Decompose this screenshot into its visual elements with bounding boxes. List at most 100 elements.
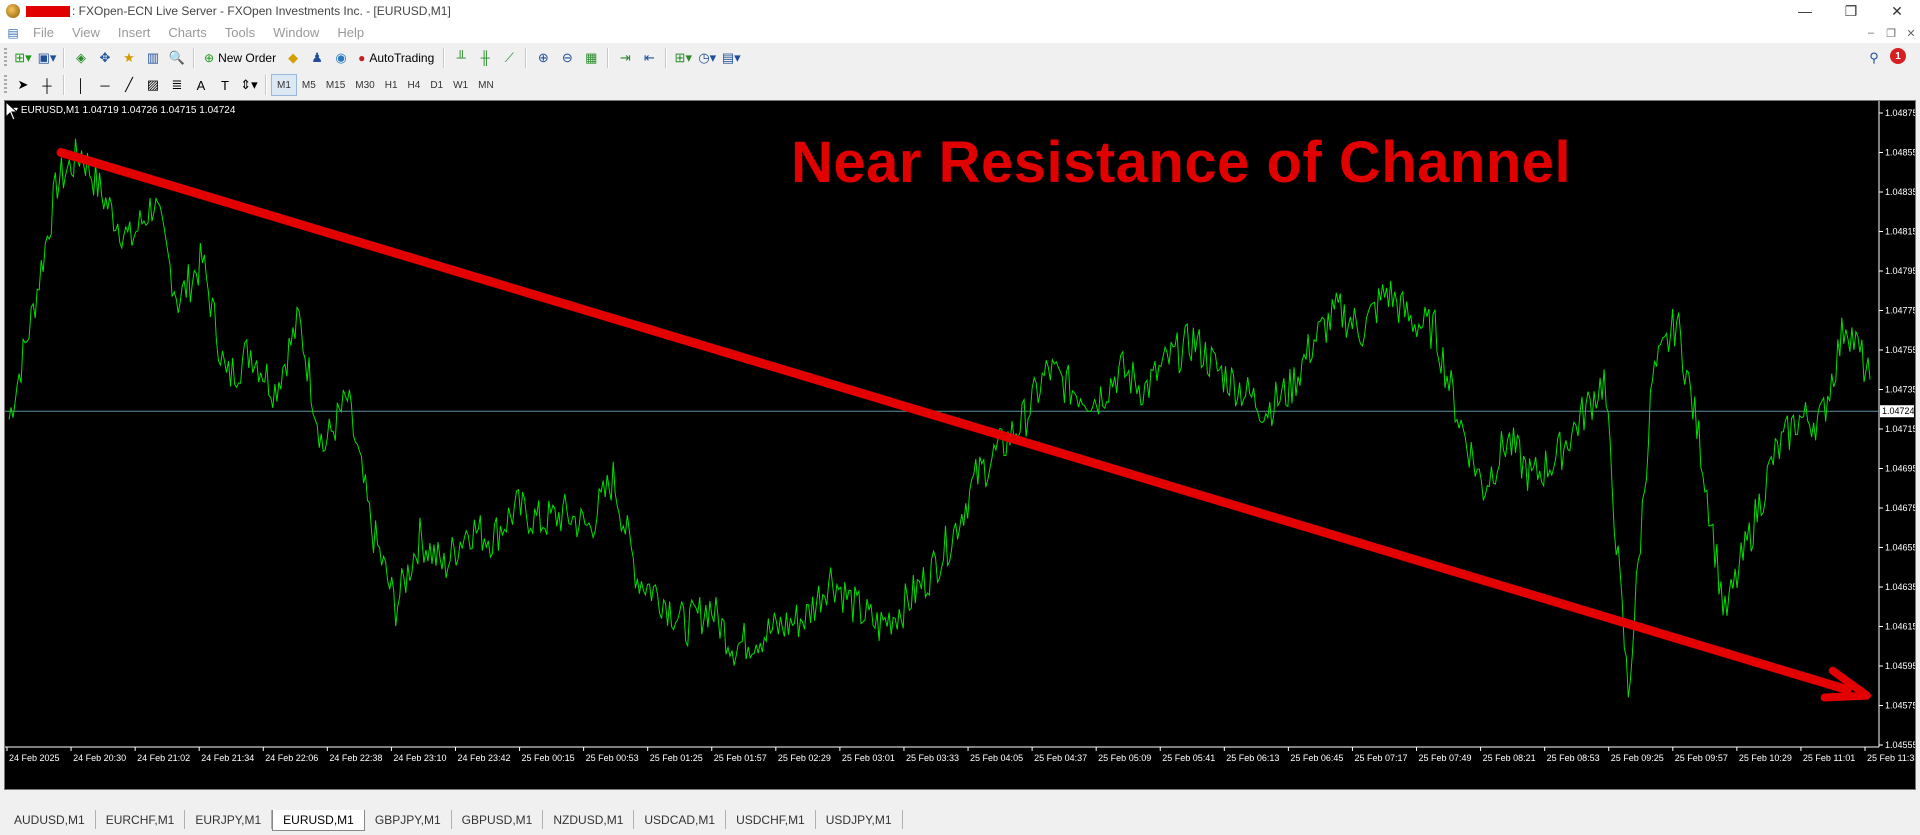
time-tick-label: 25 Feb 03:01 — [842, 753, 895, 763]
mdi-restore-button[interactable]: ❐ — [1882, 24, 1900, 42]
price-tick-label: 1.04655 — [1885, 543, 1915, 553]
navigator-icon[interactable]: ★ — [118, 47, 140, 69]
redacted-account — [26, 5, 70, 17]
data-window-icon[interactable]: ✥ — [94, 47, 116, 69]
window-title: : FXOpen-ECN Live Server - FXOpen Invest… — [72, 4, 451, 18]
vps-icon[interactable]: ♟ — [306, 47, 328, 69]
terminal-icon[interactable]: ▥ — [142, 47, 164, 69]
menu-charts[interactable]: Charts — [159, 25, 215, 40]
menu-view[interactable]: View — [63, 25, 109, 40]
time-tick-label: 24 Feb 23:42 — [457, 753, 510, 763]
notification-badge: 1 — [1890, 48, 1906, 64]
timeframe-m15[interactable]: M15 — [321, 75, 350, 95]
chart-shift-icon[interactable]: ⇤ — [638, 47, 660, 69]
menu-tools[interactable]: Tools — [216, 25, 264, 40]
text-tool-icon[interactable]: A — [190, 74, 212, 96]
menu-insert[interactable]: Insert — [109, 25, 160, 40]
restore-button[interactable]: ❐ — [1828, 0, 1874, 22]
title-bar: : FXOpen-ECN Live Server - FXOpen Invest… — [0, 0, 1920, 22]
price-tick-label: 1.04795 — [1885, 266, 1915, 276]
zoom-in-icon[interactable]: ⊕ — [532, 47, 554, 69]
menu-help[interactable]: Help — [328, 25, 373, 40]
market-watch-icon[interactable]: ◈ — [70, 47, 92, 69]
autotrading-button[interactable]: ● AutoTrading — [354, 47, 438, 69]
profiles-icon[interactable]: ▣▾ — [36, 47, 58, 69]
periods-icon[interactable]: ◷▾ — [696, 47, 718, 69]
line-chart-icon[interactable]: ⟋ — [498, 47, 520, 69]
drawing-toolbar: ➤ ┼ │ ─ ╱ ▨ ≣ A T ⇕▾ M1 M5 M15 M30 H1 H4… — [0, 72, 1920, 98]
price-tick-label: 1.04715 — [1885, 424, 1915, 434]
mdi-minimize-button[interactable]: – — [1862, 24, 1880, 42]
tab-usdjpy-m1[interactable]: USDJPY,M1 — [816, 810, 903, 829]
time-tick-label: 25 Feb 04:05 — [970, 753, 1023, 763]
tab-nzdusd-m1[interactable]: NZDUSD,M1 — [543, 810, 635, 829]
channel-tool-icon[interactable]: ▨ — [142, 74, 164, 96]
search-icon[interactable]: ⚲ — [1863, 47, 1885, 69]
menu-file[interactable]: File — [24, 25, 63, 40]
tile-windows-icon[interactable]: ▦ — [580, 47, 602, 69]
strategy-tester-icon[interactable]: 🔍 — [166, 47, 188, 69]
time-tick-label: 25 Feb 07:49 — [1419, 753, 1472, 763]
signals-icon[interactable]: ◉ — [330, 47, 352, 69]
time-tick-label: 25 Feb 07:17 — [1354, 753, 1407, 763]
toolbar-grip — [4, 75, 7, 95]
vertical-line-icon[interactable]: │ — [70, 74, 92, 96]
arrows-tool-icon[interactable]: ⇕▾ — [238, 74, 260, 96]
indicators-icon[interactable]: ⊞▾ — [672, 47, 694, 69]
price-tick-label: 1.04575 — [1885, 701, 1915, 711]
cursor-tool-icon[interactable]: ➤ — [12, 74, 34, 96]
menu-window[interactable]: Window — [264, 25, 328, 40]
tab-eurjpy-m1[interactable]: EURJPY,M1 — [185, 810, 273, 829]
horizontal-line-icon[interactable]: ─ — [94, 74, 116, 96]
close-button[interactable]: ✕ — [1874, 0, 1920, 22]
minimize-button[interactable]: — — [1782, 0, 1828, 22]
price-chart[interactable]: 1.04875 1.04855 1.04835 1.04815 1.04795 1.047… — [5, 101, 1915, 789]
tab-audusd-m1[interactable]: AUDUSD,M1 — [4, 810, 96, 829]
time-tick-label: 25 Feb 06:13 — [1226, 753, 1279, 763]
zoom-out-icon[interactable]: ⊖ — [556, 47, 578, 69]
price-tick-label: 1.04815 — [1885, 227, 1915, 237]
price-tick-label: 1.04775 — [1885, 306, 1915, 316]
price-tick-label: 1.04735 — [1885, 385, 1915, 395]
trendline-tool-icon[interactable]: ╱ — [118, 74, 140, 96]
new-order-button[interactable]: ⊕ New Order — [200, 47, 280, 69]
timeframe-m1[interactable]: M1 — [271, 74, 297, 96]
tab-gbpjpy-m1[interactable]: GBPJPY,M1 — [365, 810, 452, 829]
new-chart-icon[interactable]: ⊞▾ — [12, 47, 34, 69]
time-tick-label: 25 Feb 08:53 — [1547, 753, 1600, 763]
crosshair-tool-icon[interactable]: ┼ — [36, 74, 58, 96]
time-tick-label: 25 Feb 01:57 — [714, 753, 767, 763]
timeframe-mn[interactable]: MN — [473, 75, 499, 95]
tab-usdchf-m1[interactable]: USDCHF,M1 — [726, 810, 816, 829]
candlestick-icon[interactable]: ╫ — [474, 47, 496, 69]
document-icon[interactable]: ▤ — [6, 26, 20, 40]
fibonacci-icon[interactable]: ≣ — [166, 74, 188, 96]
standard-toolbar: ⊞▾ ▣▾ ◈ ✥ ★ ▥ 🔍 ⊕ New Order ◆ ♟ ◉ ● AutoTr… — [0, 44, 1920, 71]
price-tick-label: 1.04595 — [1885, 661, 1915, 671]
tab-usdcad-m1[interactable]: USDCAD,M1 — [634, 810, 727, 829]
time-tick-label: 25 Feb 01:25 — [650, 753, 703, 763]
tab-eurchf-m1[interactable]: EURCHF,M1 — [96, 810, 186, 829]
price-tick-label: 1.04855 — [1885, 148, 1915, 158]
timeframe-h1[interactable]: H1 — [380, 75, 403, 95]
bar-chart-icon[interactable]: ╨ — [450, 47, 472, 69]
time-tick-label: 24 Feb 2025 — [9, 753, 60, 763]
notifications-button[interactable]: 1 — [1890, 48, 1906, 64]
mdi-close-button[interactable]: ✕ — [1902, 24, 1920, 42]
time-tick-label: 25 Feb 09:57 — [1675, 753, 1728, 763]
tab-eurusd-m1[interactable]: EURUSD,M1 — [272, 810, 365, 831]
price-tick-label: 1.04635 — [1885, 582, 1915, 592]
price-tick-label: 1.04675 — [1885, 503, 1915, 513]
timeframe-w1[interactable]: W1 — [448, 75, 473, 95]
timeframe-d1[interactable]: D1 — [425, 75, 448, 95]
timeframe-m5[interactable]: M5 — [297, 75, 321, 95]
chart-window[interactable]: 1.04875 1.04855 1.04835 1.04815 1.04795 1.047… — [4, 100, 1916, 790]
templates-icon[interactable]: ▤▾ — [720, 47, 742, 69]
tab-gbpusd-m1[interactable]: GBPUSD,M1 — [452, 810, 544, 829]
timeframe-m30[interactable]: M30 — [350, 75, 379, 95]
time-tick-label: 24 Feb 21:34 — [201, 753, 254, 763]
auto-scroll-icon[interactable]: ⇥ — [614, 47, 636, 69]
text-label-icon[interactable]: T — [214, 74, 236, 96]
timeframe-h4[interactable]: H4 — [403, 75, 426, 95]
metaeditor-icon[interactable]: ◆ — [282, 47, 304, 69]
